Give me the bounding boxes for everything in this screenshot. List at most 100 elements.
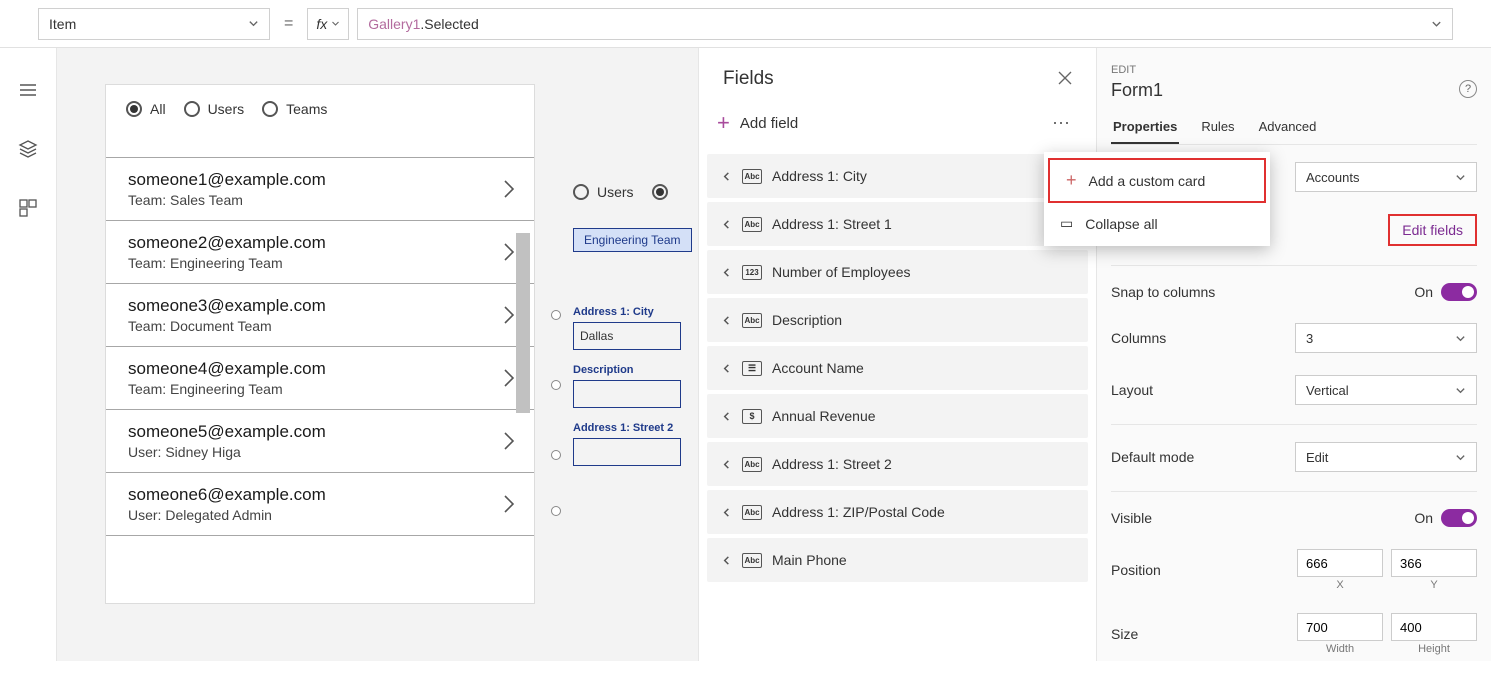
layers-icon[interactable]	[18, 139, 38, 162]
field-row-label: Number of Employees	[772, 264, 911, 280]
snap-columns-toggle[interactable]: On	[1414, 283, 1477, 301]
form-field-input[interactable]: Dallas	[573, 322, 681, 350]
team-chip[interactable]: Engineering Team	[573, 228, 692, 252]
chevron-down-icon	[1431, 18, 1442, 29]
default-mode-label: Default mode	[1111, 449, 1194, 465]
layout-label: Layout	[1111, 382, 1153, 398]
layout-dropdown[interactable]: Vertical	[1295, 375, 1477, 405]
list-item[interactable]: someone6@example.comUser: Delegated Admi…	[106, 473, 534, 536]
position-y-input[interactable]	[1391, 549, 1477, 577]
radio-teams[interactable]	[652, 184, 668, 200]
fx-button[interactable]: fx	[307, 8, 349, 40]
field-row[interactable]: Address 1: City	[707, 154, 1088, 198]
list-item[interactable]: someone4@example.comTeam: Engineering Te…	[106, 347, 534, 410]
list-item-sub: Team: Sales Team	[128, 192, 326, 208]
list-item[interactable]: someone1@example.com Team: Sales Team	[106, 157, 534, 221]
close-icon[interactable]	[1058, 71, 1072, 88]
field-row[interactable]: Description	[707, 298, 1088, 342]
selection-handle-icon[interactable]	[551, 450, 561, 460]
radio-teams[interactable]: Teams	[262, 101, 327, 117]
more-icon[interactable]: ⋯	[1052, 113, 1072, 134]
chevron-down-icon	[1455, 452, 1466, 463]
property-selector-label: Item	[49, 16, 76, 32]
plus-icon: +	[1066, 170, 1077, 191]
add-custom-card-item[interactable]: + Add a custom card	[1048, 158, 1266, 203]
form-field-input[interactable]	[573, 438, 681, 466]
field-type-icon	[742, 361, 762, 376]
radio-label: Users	[597, 184, 634, 200]
radio-users[interactable]: Users	[573, 184, 634, 200]
list-item-sub: Team: Engineering Team	[128, 255, 326, 271]
radio-label: All	[150, 101, 166, 117]
property-selector[interactable]: Item	[38, 8, 270, 40]
chevron-right-icon	[502, 430, 516, 452]
collapse-all-item[interactable]: ▭ Collapse all	[1044, 205, 1270, 242]
field-row[interactable]: Address 1: Street 1	[707, 202, 1088, 246]
axis-label: Width	[1297, 643, 1383, 655]
field-row-label: Main Phone	[772, 552, 847, 568]
edit-fields-link[interactable]: Edit fields	[1388, 214, 1477, 246]
size-height-input[interactable]	[1391, 613, 1477, 641]
form-field-input[interactable]	[573, 380, 681, 408]
help-icon[interactable]: ?	[1459, 80, 1477, 98]
layout-value: Vertical	[1306, 383, 1349, 398]
context-menu: + Add a custom card ▭ Collapse all	[1044, 152, 1270, 246]
hamburger-icon[interactable]	[18, 80, 38, 103]
chevron-down-icon	[721, 219, 732, 230]
field-row[interactable]: Number of Employees	[707, 250, 1088, 294]
fields-panel-title: Fields	[723, 68, 774, 90]
list-item-email: someone5@example.com	[128, 422, 326, 442]
list-item[interactable]: someone3@example.comTeam: Document Team	[106, 284, 534, 347]
field-row[interactable]: Address 1: Street 2	[707, 442, 1088, 486]
selection-handle-icon[interactable]	[551, 506, 561, 516]
add-field-button[interactable]: + Add field	[717, 110, 798, 136]
data-source-dropdown[interactable]: Accounts	[1295, 162, 1477, 192]
field-row[interactable]: Account Name	[707, 346, 1088, 390]
radio-all[interactable]: All	[126, 101, 166, 117]
chevron-down-icon	[721, 459, 732, 470]
visible-toggle[interactable]: On	[1414, 509, 1477, 527]
field-row[interactable]: Address 1: ZIP/Postal Code	[707, 490, 1088, 534]
field-row-label: Address 1: ZIP/Postal Code	[772, 504, 945, 520]
size-label: Size	[1111, 626, 1138, 642]
chevron-down-icon	[721, 411, 732, 422]
columns-value: 3	[1306, 331, 1313, 346]
columns-dropdown[interactable]: 3	[1295, 323, 1477, 353]
snap-columns-label: Snap to columns	[1111, 284, 1215, 300]
field-type-icon	[742, 457, 762, 472]
formula-token-property: .Selected	[420, 16, 478, 32]
formula-input[interactable]: Gallery1.Selected	[357, 8, 1453, 40]
list-item-sub: Team: Document Team	[128, 318, 326, 334]
edit-label: EDIT	[1111, 64, 1477, 76]
selection-handle-icon[interactable]	[551, 310, 561, 320]
default-mode-dropdown[interactable]: Edit	[1295, 442, 1477, 472]
list-item-email: someone1@example.com	[128, 170, 326, 190]
components-icon[interactable]	[18, 198, 38, 221]
tab-advanced[interactable]: Advanced	[1257, 119, 1319, 144]
field-row[interactable]: Main Phone	[707, 538, 1088, 582]
chevron-down-icon	[721, 507, 732, 518]
gallery-filter-row: All Users Teams	[106, 85, 534, 133]
selection-handle-icon[interactable]	[551, 380, 561, 390]
tab-rules[interactable]: Rules	[1199, 119, 1236, 144]
field-row-label: Address 1: Street 1	[772, 216, 892, 232]
field-row-label: Description	[772, 312, 842, 328]
radio-users[interactable]: Users	[184, 101, 245, 117]
chevron-down-icon	[1455, 172, 1466, 183]
fields-panel: Fields + Add field ⋯ Address 1: City Addr…	[698, 48, 1096, 661]
gallery-control[interactable]: All Users Teams someone1@example.com Team…	[105, 84, 535, 604]
size-width-input[interactable]	[1297, 613, 1383, 641]
control-title: Form1	[1111, 80, 1477, 101]
chevron-down-icon	[721, 555, 732, 566]
list-item[interactable]: someone5@example.comUser: Sidney Higa	[106, 410, 534, 473]
list-item[interactable]: someone2@example.comTeam: Engineering Te…	[106, 221, 534, 284]
add-field-label: Add field	[740, 115, 798, 132]
scrollbar-thumb[interactable]	[516, 233, 530, 413]
chevron-down-icon	[721, 315, 732, 326]
gallery-list: someone1@example.comTeam: Sales Teamsome…	[106, 157, 534, 536]
axis-label: Height	[1391, 643, 1477, 655]
list-item-sub: User: Delegated Admin	[128, 507, 326, 523]
field-row[interactable]: Annual Revenue	[707, 394, 1088, 438]
tab-properties[interactable]: Properties	[1111, 119, 1179, 144]
position-x-input[interactable]	[1297, 549, 1383, 577]
